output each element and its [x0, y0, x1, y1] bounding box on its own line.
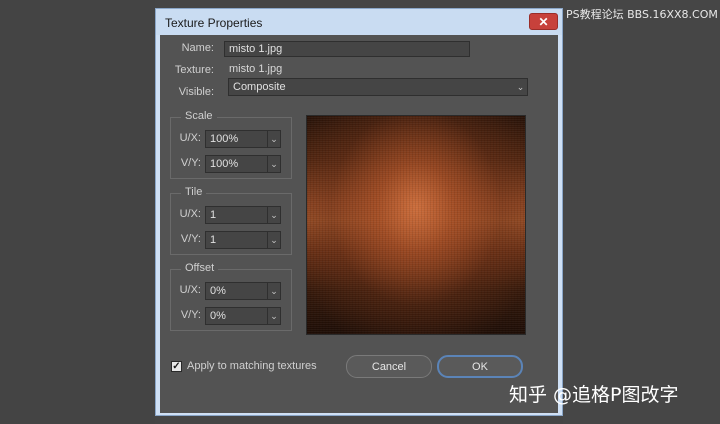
scale-vy-select[interactable]: 100% ⌄ — [205, 155, 281, 173]
dialog-title: Texture Properties — [165, 16, 263, 30]
checkmark-icon: ✓ — [172, 361, 181, 372]
offset-vy-label: V/Y: — [180, 309, 201, 321]
scale-ux-value: 100% — [210, 133, 239, 145]
texture-preview-grain — [307, 116, 525, 334]
tile-vy-select[interactable]: 1 ⌄ — [205, 231, 281, 249]
tile-vy-label: V/Y: — [180, 233, 201, 245]
offset-group-title: Offset — [181, 262, 219, 274]
dialog-titlebar[interactable]: Texture Properties ✕ — [156, 9, 562, 35]
close-icon: ✕ — [538, 14, 549, 29]
name-label: Name: — [181, 42, 214, 54]
tile-vy-value: 1 — [210, 234, 217, 246]
offset-ux-label: U/X: — [179, 284, 201, 296]
apply-matching-checkbox[interactable]: ✓ — [171, 361, 182, 372]
offset-group: Offset U/X: 0% ⌄ V/Y: 0% ⌄ — [170, 262, 292, 331]
scale-group-title: Scale — [181, 110, 217, 122]
chevron-down-icon: ⌄ — [267, 283, 280, 299]
watermark-top: PS教程论坛 BBS.16XX8.COM — [566, 8, 718, 21]
texture-value: misto 1.jpg — [229, 63, 283, 75]
visible-select-value: Composite — [233, 81, 286, 93]
tile-ux-value: 1 — [210, 209, 217, 221]
chevron-down-icon: ⌄ — [267, 308, 280, 324]
offset-vy-select[interactable]: 0% ⌄ — [205, 307, 281, 325]
apply-matching-label[interactable]: Apply to matching textures — [187, 360, 317, 372]
tile-group-title: Tile — [181, 186, 207, 198]
watermark-bottom: 知乎 @追格P图改字 — [509, 384, 679, 406]
scale-ux-label: U/X: — [179, 132, 201, 144]
offset-ux-select[interactable]: 0% ⌄ — [205, 282, 281, 300]
background-right — [563, 0, 720, 424]
offset-vy-value: 0% — [210, 310, 226, 322]
dialog-body: Name: misto 1.jpg Texture: misto 1.jpg V… — [160, 35, 558, 413]
visible-select[interactable]: Composite ⌄ — [228, 78, 528, 96]
texture-preview — [306, 115, 526, 335]
visible-label: Visible: — [178, 86, 214, 98]
chevron-down-icon: ⌄ — [516, 81, 525, 92]
tile-group: Tile U/X: 1 ⌄ V/Y: 1 ⌄ — [170, 186, 292, 255]
chevron-down-icon: ⌄ — [267, 232, 280, 248]
cancel-button[interactable]: Cancel — [346, 355, 432, 378]
close-button[interactable]: ✕ — [529, 13, 558, 30]
chevron-down-icon: ⌄ — [267, 207, 280, 223]
background-left — [0, 0, 155, 424]
scale-vy-value: 100% — [210, 158, 239, 170]
scale-vy-label: V/Y: — [180, 157, 201, 169]
texture-properties-dialog: Texture Properties ✕ Name: misto 1.jpg T… — [155, 8, 563, 416]
texture-label: Texture: — [174, 64, 214, 76]
chevron-down-icon: ⌄ — [267, 131, 280, 147]
tile-ux-select[interactable]: 1 ⌄ — [205, 206, 281, 224]
tile-ux-label: U/X: — [179, 208, 201, 220]
scale-ux-select[interactable]: 100% ⌄ — [205, 130, 281, 148]
chevron-down-icon: ⌄ — [267, 156, 280, 172]
name-input[interactable]: misto 1.jpg — [224, 41, 470, 57]
offset-ux-value: 0% — [210, 285, 226, 297]
ok-button[interactable]: OK — [437, 355, 523, 378]
scale-group: Scale U/X: 100% ⌄ V/Y: 100% ⌄ — [170, 110, 292, 179]
